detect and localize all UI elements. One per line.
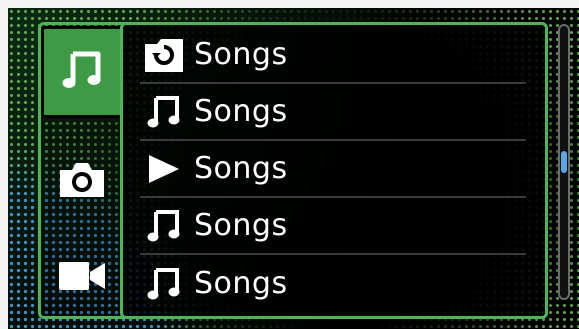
list-item[interactable]: Songs <box>140 198 526 255</box>
media-panel: Songs Songs Songs Songs Songs <box>38 22 550 321</box>
list-item-label: Songs <box>194 266 288 301</box>
tab-music[interactable] <box>41 26 123 118</box>
list-item-label: Songs <box>194 208 288 243</box>
music-note-icon <box>60 48 104 96</box>
music-note-icon <box>140 266 188 302</box>
tab-camera[interactable] <box>38 154 126 210</box>
list-item-label: Songs <box>194 94 288 129</box>
video-camera-icon <box>57 258 107 298</box>
music-note-icon <box>140 94 188 130</box>
list-item[interactable]: Songs <box>140 255 526 312</box>
song-list: Songs Songs Songs Songs Songs <box>140 27 526 312</box>
scrollbar[interactable] <box>558 24 570 300</box>
list-item-label: Songs <box>194 151 288 186</box>
music-note-icon <box>140 208 188 244</box>
camera-icon <box>57 160 107 204</box>
scrollbar-thumb[interactable] <box>561 151 567 173</box>
play-icon <box>140 152 188 186</box>
list-item[interactable]: Songs <box>140 141 526 198</box>
list-item[interactable]: Songs <box>140 27 526 84</box>
tab-video[interactable] <box>38 250 126 306</box>
refresh-folder-icon <box>140 36 188 74</box>
screen: Songs Songs Songs Songs Songs <box>8 8 579 329</box>
list-item[interactable]: Songs <box>140 84 526 141</box>
list-item-label: Songs <box>194 37 288 72</box>
